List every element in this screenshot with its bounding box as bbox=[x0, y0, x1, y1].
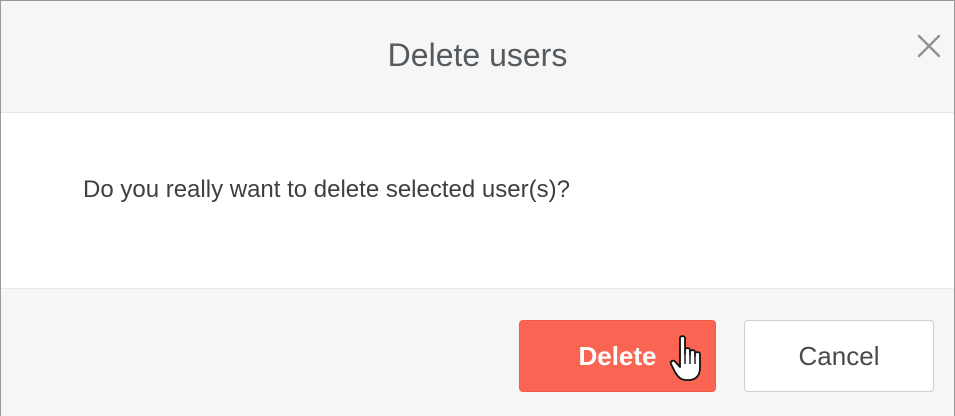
dialog-footer: Delete Cancel bbox=[1, 288, 954, 416]
cancel-button[interactable]: Cancel bbox=[744, 320, 934, 392]
dialog-message: Do you really want to delete selected us… bbox=[83, 176, 570, 203]
dialog-header: Delete users bbox=[1, 1, 954, 113]
close-icon bbox=[910, 27, 948, 65]
delete-button[interactable]: Delete bbox=[519, 320, 716, 392]
dialog-title: Delete users bbox=[387, 37, 568, 73]
close-button[interactable] bbox=[910, 27, 948, 65]
dialog-body: Do you really want to delete selected us… bbox=[1, 113, 954, 287]
delete-users-dialog: Delete users Do you really want to delet… bbox=[0, 0, 955, 416]
